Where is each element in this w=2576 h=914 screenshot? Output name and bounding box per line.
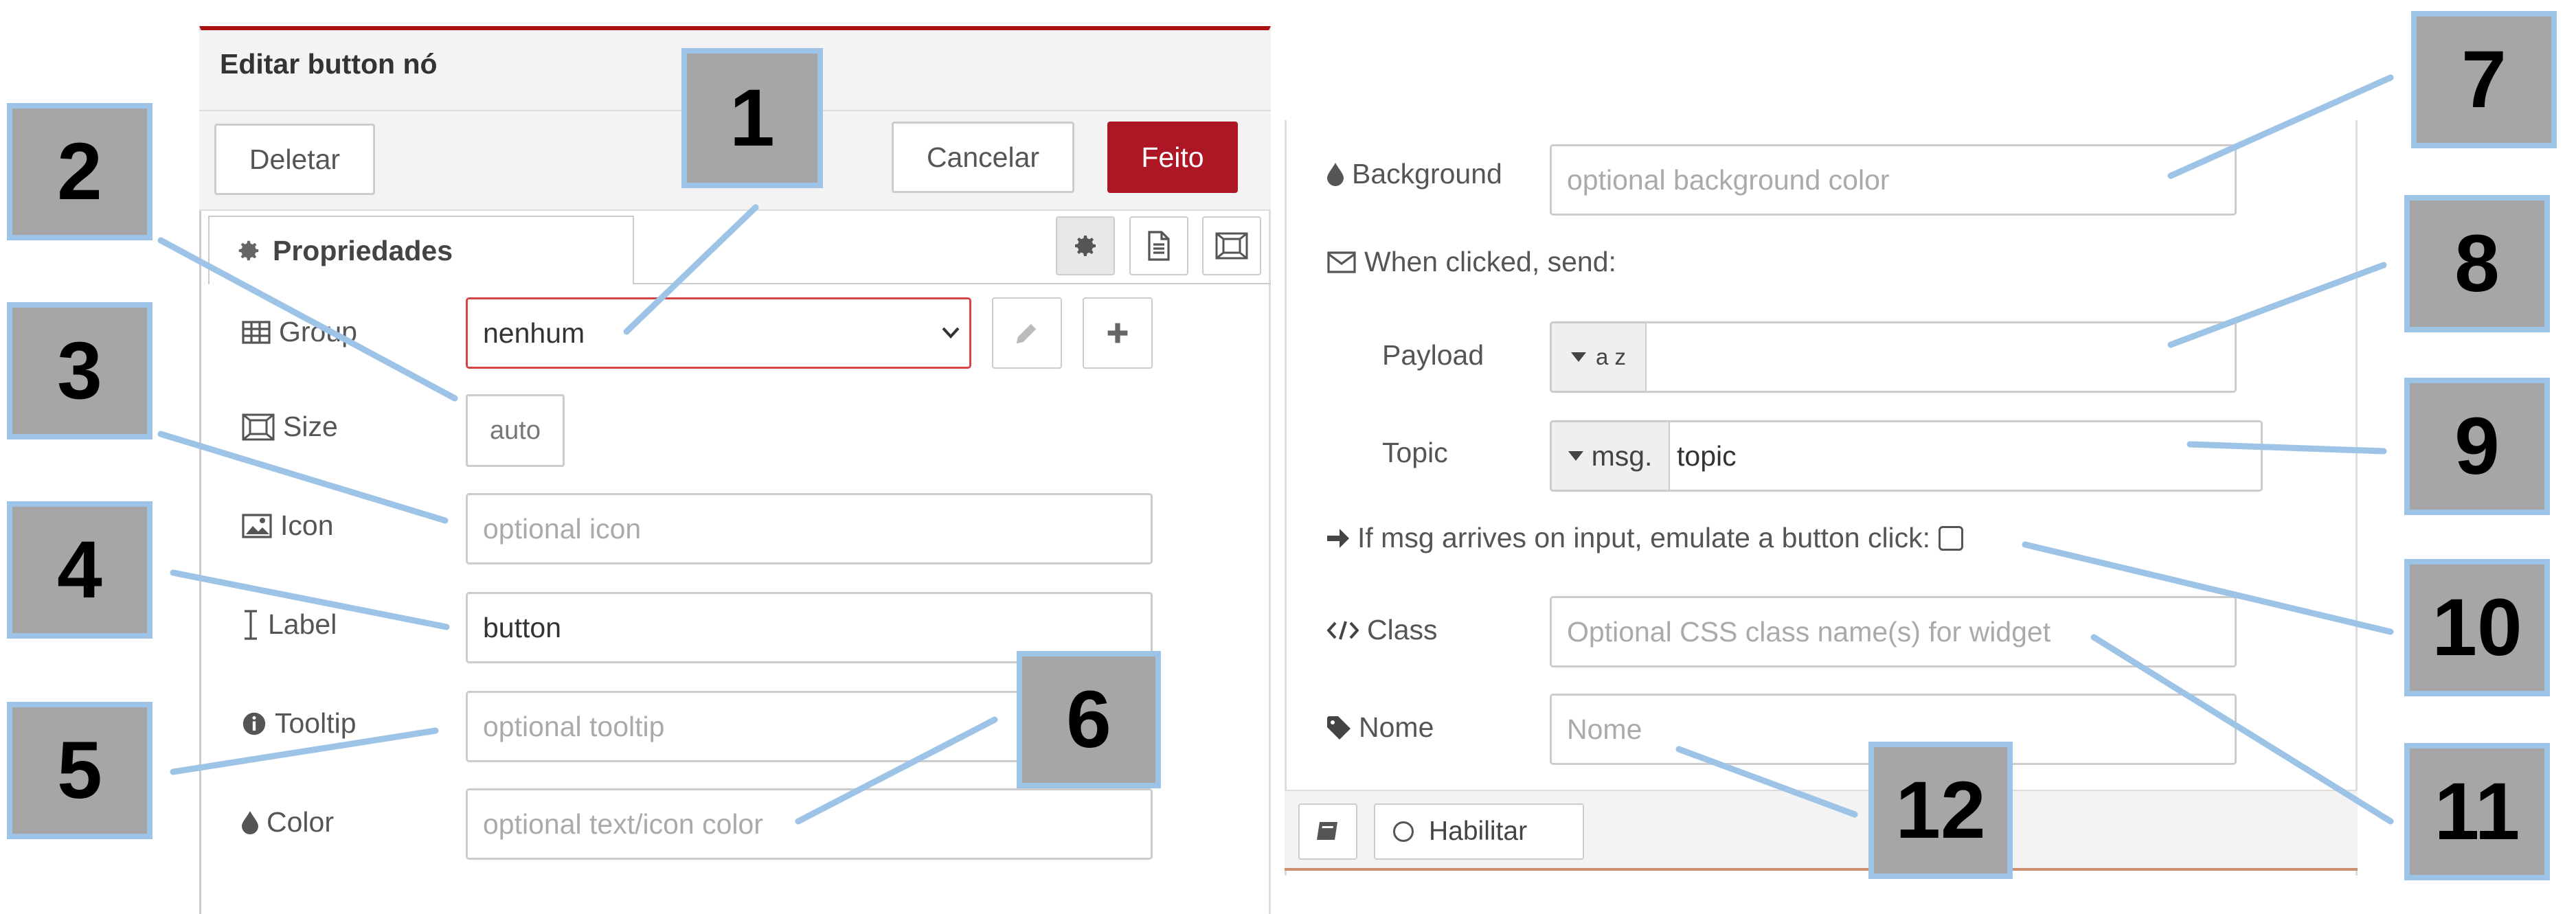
leader-line-1: [623, 204, 759, 335]
callout-badge-4: 4: [7, 501, 152, 639]
leader-line-12: [1675, 746, 1858, 818]
leader-line-9: [2187, 441, 2387, 455]
leader-line-8: [2167, 262, 2387, 348]
callout-badge-12: 12: [1868, 742, 2013, 879]
callout-badge-8: 8: [2404, 195, 2550, 332]
leader-line-11: [2090, 634, 2394, 825]
leader-line-6: [795, 716, 998, 825]
leader-line-3: [157, 431, 449, 524]
leader-line-4: [170, 569, 450, 630]
leader-line-10: [2022, 541, 2394, 635]
callout-badge-1: 1: [681, 48, 823, 188]
callout-badge-2: 2: [7, 103, 152, 240]
callout-badge-10: 10: [2404, 559, 2550, 696]
callout-badge-9: 9: [2404, 378, 2550, 515]
callout-badge-5: 5: [7, 702, 152, 839]
leader-line-7: [2167, 74, 2394, 179]
callout-badge-6: 6: [1017, 651, 1161, 788]
callout-badge-3: 3: [7, 302, 152, 439]
leader-line-5: [170, 727, 439, 775]
leader-line-2: [157, 237, 458, 402]
callout-leader-lines: [157, 74, 2394, 825]
callout-badge-7: 7: [2411, 11, 2557, 148]
callout-badge-11: 11: [2404, 743, 2550, 880]
